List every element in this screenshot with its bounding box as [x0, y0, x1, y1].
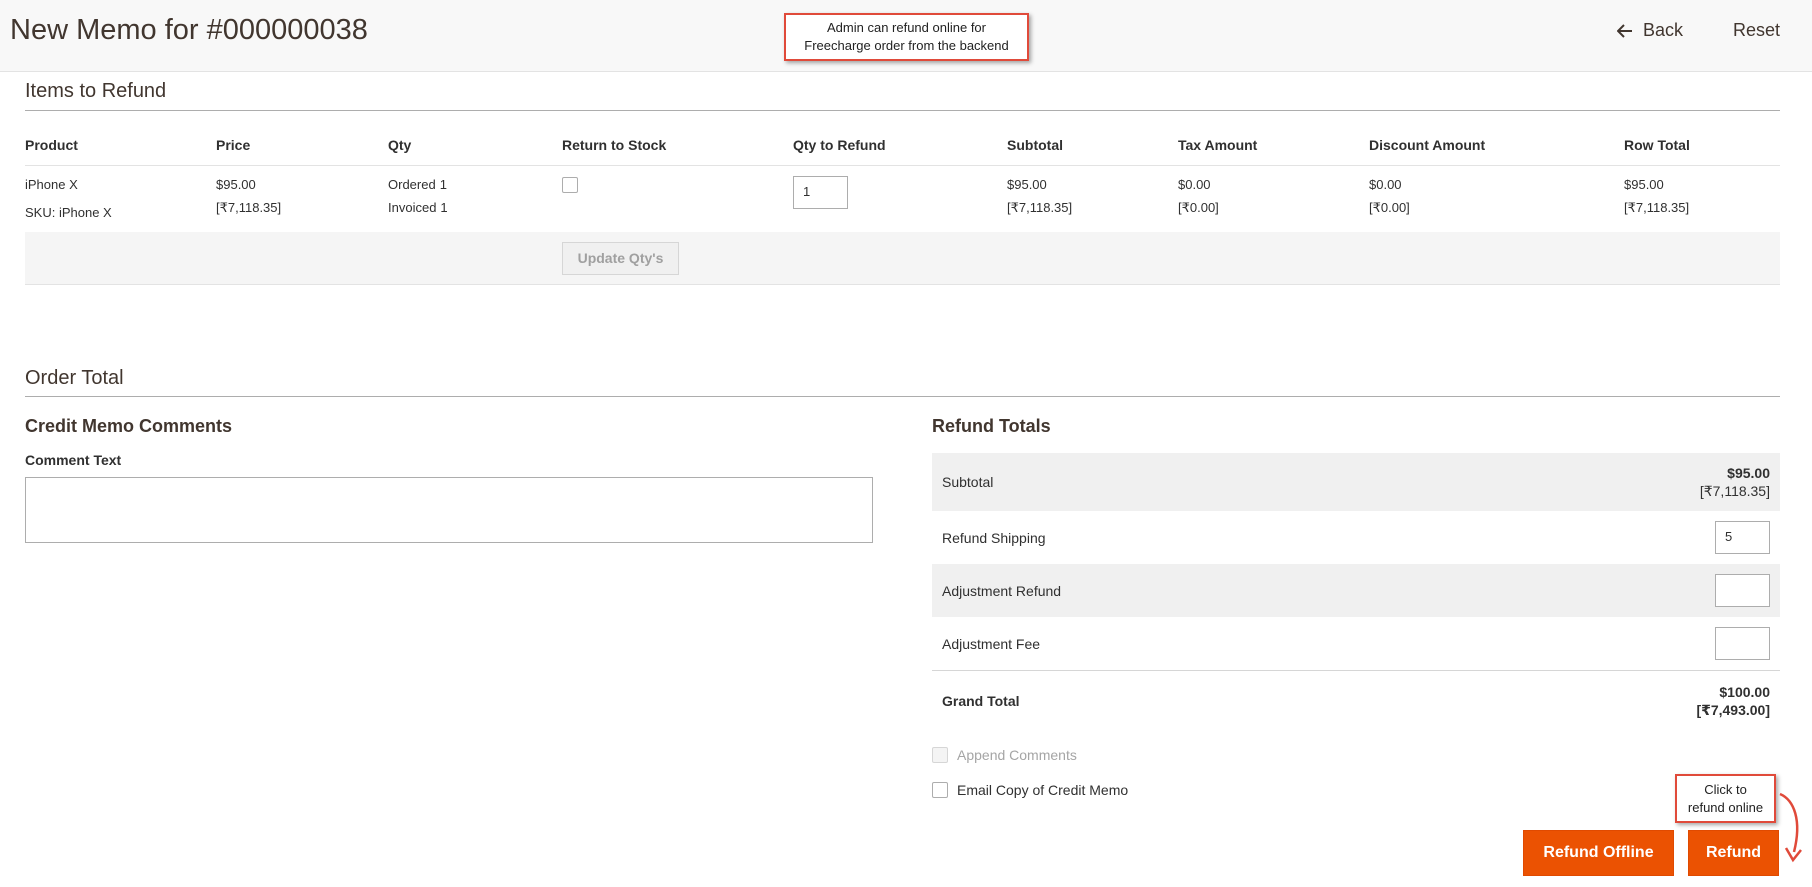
- col-header-return-to-stock: Return to Stock: [562, 137, 667, 153]
- email-copy-label: Email Copy of Credit Memo: [957, 782, 1129, 798]
- tax-amount-value: $0.00: [1178, 177, 1211, 192]
- qty-ordered-value: 1: [439, 177, 447, 192]
- col-header-qty: Qty: [388, 137, 412, 153]
- product-sku: SKU: iPhone X: [25, 205, 112, 220]
- return-to-stock-checkbox[interactable]: [562, 177, 578, 193]
- callout-bottom-line1: Click to: [1704, 782, 1747, 797]
- adjustment-refund-input[interactable]: [1715, 574, 1770, 607]
- qty-invoiced-value: 1: [440, 200, 448, 215]
- items-section-divider: [25, 110, 1780, 111]
- arrow-left-icon: [1617, 23, 1632, 38]
- col-header-subtotal: Subtotal: [1007, 137, 1063, 153]
- comment-text-area[interactable]: [25, 477, 873, 543]
- append-comments-option[interactable]: Append Comments: [932, 747, 1077, 763]
- refund-subtotal-amount: $95.00 [₹7,118.35]: [1700, 464, 1770, 500]
- discount-amount-base-value: [₹0.00]: [1369, 200, 1410, 215]
- grand-total-base: [₹7,493.00]: [1696, 702, 1770, 718]
- page-title: New Memo for #000000038: [10, 14, 368, 46]
- callout-bottom-line2: refund online: [1687, 800, 1764, 815]
- refund-subtotal-base: [₹7,118.35]: [1699, 483, 1770, 499]
- refund-shipping-input[interactable]: 5: [1715, 521, 1770, 554]
- adjustment-fee-row: Adjustment Fee: [932, 617, 1780, 670]
- annotation-callout-bottom: Click to refund online: [1675, 774, 1776, 823]
- callout-top-line1: Admin can refund online for: [827, 20, 986, 35]
- append-comments-label: Append Comments: [957, 747, 1077, 763]
- price-base-value: [₹7,118.35]: [216, 200, 282, 215]
- refund-button[interactable]: Refund: [1688, 830, 1779, 876]
- subtotal-base-value: [₹7,118.35]: [1007, 200, 1073, 215]
- credit-memo-comments-title: Credit Memo Comments: [25, 416, 233, 436]
- row-total-value: $95.00: [1624, 177, 1664, 192]
- append-comments-checkbox[interactable]: [932, 747, 948, 763]
- refund-totals-title: Refund Totals: [932, 416, 1051, 436]
- tax-amount-base-value: [₹0.00]: [1178, 200, 1219, 215]
- adjustment-refund-row: Adjustment Refund: [932, 564, 1780, 617]
- update-qty-button[interactable]: Update Qty's: [562, 242, 679, 275]
- qty-ordered: Ordered 1: [388, 177, 447, 192]
- refund-shipping-row: Refund Shipping 5: [932, 511, 1780, 564]
- refund-shipping-label: Refund Shipping: [942, 530, 1046, 546]
- email-copy-option[interactable]: Email Copy of Credit Memo: [932, 782, 1128, 798]
- col-header-product: Product: [25, 137, 78, 153]
- email-copy-checkbox[interactable]: [932, 782, 948, 798]
- discount-amount-value: $0.00: [1369, 177, 1402, 192]
- order-total-section-title: Order Total: [25, 367, 124, 389]
- grand-total-row: Grand Total $100.00 [₹7,493.00]: [932, 671, 1780, 731]
- grand-total-value: $100.00: [1719, 684, 1770, 700]
- col-header-price: Price: [216, 137, 251, 153]
- back-button-label: Back: [1643, 20, 1684, 40]
- col-header-discount-amount: Discount Amount: [1369, 137, 1486, 153]
- grand-total-label: Grand Total: [942, 693, 1020, 709]
- adjustment-fee-label: Adjustment Fee: [942, 636, 1041, 652]
- subtotal-row: Subtotal $95.00 [₹7,118.35]: [932, 453, 1780, 511]
- subtotal-value: $95.00: [1007, 177, 1047, 192]
- refund-subtotal-label: Subtotal: [942, 474, 994, 490]
- product-name: iPhone X: [25, 177, 78, 192]
- qty-to-refund-input[interactable]: 1: [793, 176, 848, 209]
- update-qty-band: [25, 232, 1780, 285]
- refund-offline-button[interactable]: Refund Offline: [1523, 830, 1674, 876]
- price-value: $95.00: [216, 177, 256, 192]
- row-total-base-value: [₹7,118.35]: [1624, 200, 1690, 215]
- qty-ordered-label: Ordered: [388, 177, 436, 192]
- back-button[interactable]: Back: [1617, 20, 1683, 41]
- qty-invoiced-label: Invoiced: [388, 200, 437, 215]
- col-header-row-total: Row Total: [1624, 137, 1690, 153]
- col-header-qty-to-refund: Qty to Refund: [793, 137, 886, 153]
- comment-text-label: Comment Text: [25, 452, 122, 468]
- qty-invoiced: Invoiced 1: [388, 200, 448, 215]
- reset-button[interactable]: Reset: [1733, 20, 1780, 41]
- col-header-tax-amount: Tax Amount: [1178, 137, 1258, 153]
- refund-subtotal-value: $95.00: [1727, 465, 1770, 481]
- adjustment-fee-input[interactable]: [1715, 627, 1770, 660]
- annotation-callout-top: Admin can refund online for Freecharge o…: [784, 13, 1029, 61]
- callout-top-line2: Freecharge order from the backend: [804, 38, 1009, 53]
- grand-total-amount: $100.00 [₹7,493.00]: [1696, 683, 1770, 719]
- items-section-title: Items to Refund: [25, 80, 167, 102]
- order-total-section-divider: [25, 396, 1780, 397]
- adjustment-refund-label: Adjustment Refund: [942, 583, 1062, 599]
- table-header-divider: [25, 165, 1780, 166]
